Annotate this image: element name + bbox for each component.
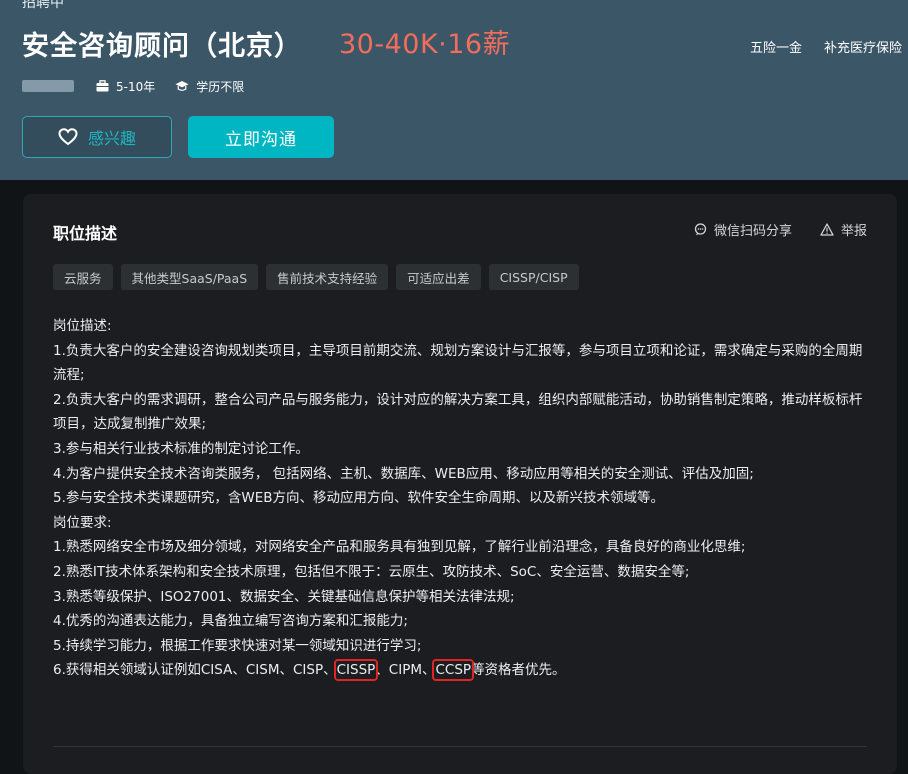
requirement-line: 5.持续学习能力，根据工作要求快速对某一领域知识进行学习; [53,637,422,654]
highlighted-cissp: CISSP [333,659,379,682]
requirement-line: 2.熟悉IT技术体系架构和安全技术原理，包括但不限于：云原生、攻防技术、SoC、… [53,563,690,580]
duty-line: 2.负责大客户的需求调研，整合公司产品与服务能力，设计对应的解决方案工具，组织内… [53,391,863,433]
briefcase-icon [96,80,109,92]
job-description-card: 职位描述 微信扫码分享 举报 云服务 其他类型SaaS/PaaS 售前技术支持经… [23,194,897,774]
requirement-line: 3.熟悉等级保护、ISO27001、数据安全、关键基础信息保护等相关法律法规; [53,588,515,605]
skill-tags: 云服务 其他类型SaaS/PaaS 售前技术支持经验 可适应出差 CISSP/C… [53,264,579,290]
job-meta: 5-10年 学历不限 [22,77,264,95]
wechat-share-link[interactable]: 微信扫码分享 [694,220,792,239]
highlighted-ccsp: CCSP [432,659,475,682]
report-label: 举报 [840,224,867,239]
skill-tag: 可适应出差 [396,264,481,290]
chat-now-button[interactable]: 立即沟通 [188,116,334,158]
warning-icon [820,223,834,236]
blurred-location [22,80,74,92]
salary: 30-40K·16薪 [339,29,511,60]
education-meta: 学历不限 [175,78,244,95]
benefit-tag: 补充医疗保险 [824,41,903,56]
requirement-line: 6.获得相关领域认证例如CISA、CISM、CISP、CISSP、CIPM、CC… [53,658,873,683]
job-header: 招聘中 安全咨询顾问（北京） 30-40K·16薪 五险一金 补充医疗保险 5-… [0,0,908,180]
share-label: 微信扫码分享 [713,224,792,239]
duty-line: 4.为客户提供安全技术咨询类服务， 包括网络、主机、数据库、WEB应用、移动应用… [53,465,754,482]
skill-tag: CISSP/CISP [488,264,579,290]
benefit-list: 五险一金 补充医疗保险 [750,37,902,56]
requirement-text: 6.获得相关领域认证例如CISA、CISM、CISP、 [53,662,337,679]
benefit-tag: 五险一金 [750,41,803,56]
requirement-line: 4.优秀的沟通表达能力，具备独立编写咨询方案和汇报能力; [53,613,408,630]
interest-button[interactable]: 感兴趣 [22,116,172,158]
duty-line: 5.参与安全技术类课题研究，含WEB方向、移动应用方向、软件安全生命周期、以及新… [53,490,665,507]
duty-line: 1.负责大客户的安全建设咨询规划类项目，主导项目前期交流、规划方案设计与汇报等，… [53,342,863,384]
breadcrumb: 招聘中 [22,0,64,11]
chat-bubble-icon [694,223,707,236]
divider [53,746,867,747]
card-actions: 微信扫码分享 举报 [694,220,867,239]
graduation-cap-icon [175,81,189,91]
requirements-heading: 岗位要求: [53,514,112,531]
duty-line: 3.参与相关行业技术标准的制定讨论工作。 [53,440,309,457]
heart-icon [58,128,78,146]
job-description-text: 岗位描述: 1.负责大客户的安全建设咨询规划类项目，主导项目前期交流、规划方案设… [53,314,873,683]
education-text: 学历不限 [196,79,245,94]
skill-tag: 云服务 [53,264,113,290]
skill-tag: 其他类型SaaS/PaaS [120,264,259,290]
skill-tag: 售前技术支持经验 [266,264,389,290]
experience-meta: 5-10年 [96,78,155,95]
requirement-text: 等资格者优先。 [471,662,566,679]
interest-label: 感兴趣 [87,129,136,148]
section-title: 职位描述 [53,224,118,243]
duties-heading: 岗位描述: [53,318,112,334]
experience-text: 5-10年 [116,79,156,94]
requirement-text: 、CIPM、 [375,662,436,679]
report-link[interactable]: 举报 [820,220,867,239]
requirement-line: 1.熟悉网络安全市场及细分领域，对网络安全产品和服务具有独到见解，了解行业前沿理… [53,539,746,556]
job-title: 安全咨询顾问（北京） [22,31,302,62]
